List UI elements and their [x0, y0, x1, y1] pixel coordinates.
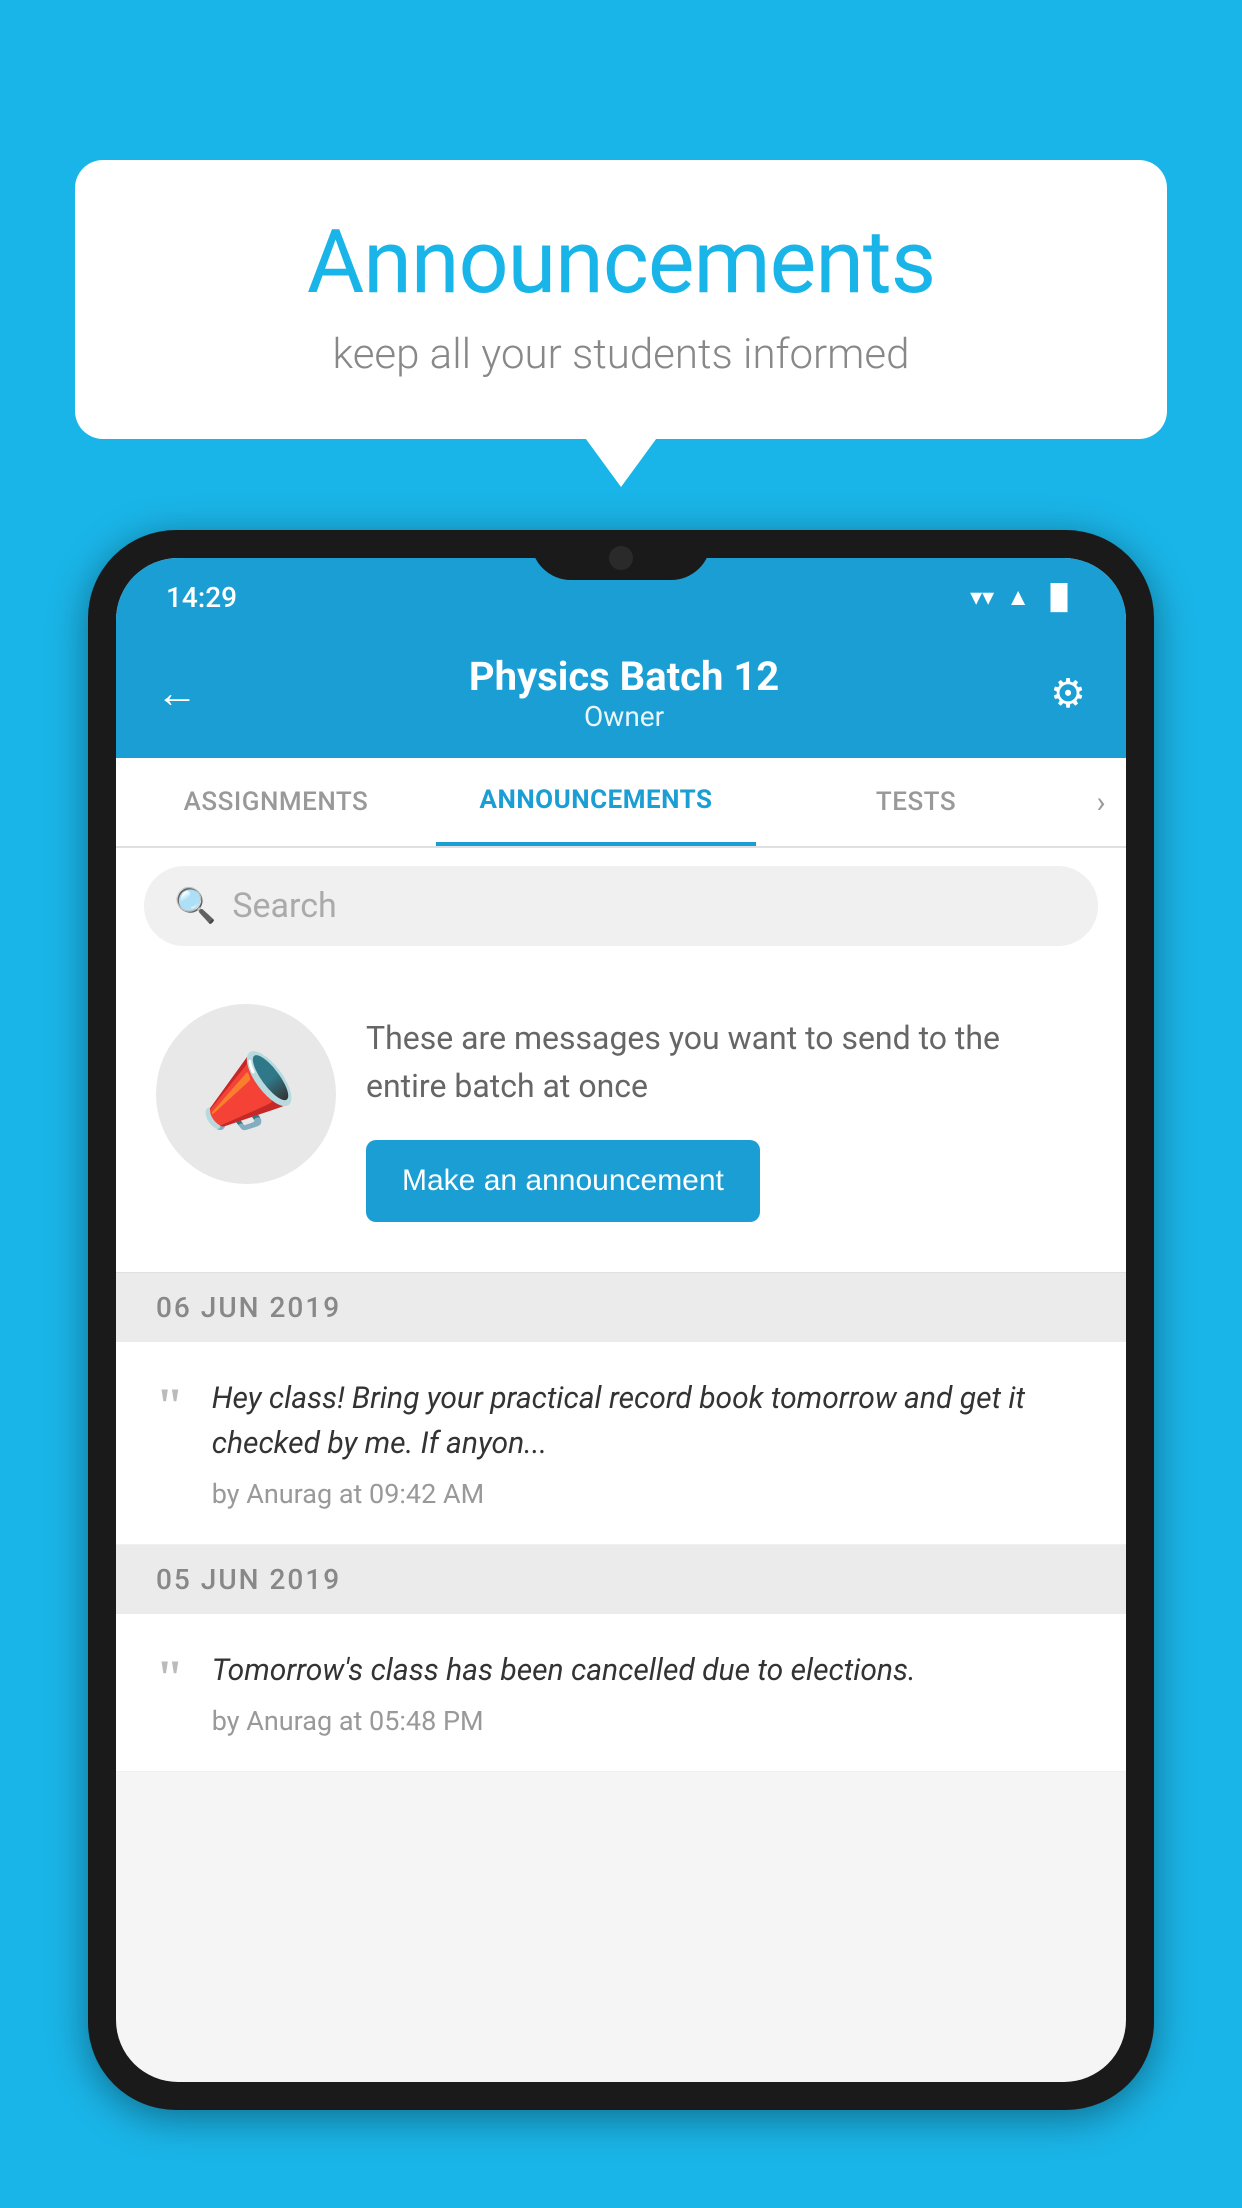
promo-icon-circle: 📣 — [156, 1004, 336, 1184]
wifi-icon: ▾▾ — [970, 583, 994, 611]
phone-screen: 14:29 ▾▾ ▲ ▐▌ ← Physics Batch 12 Owner ⚙ — [116, 558, 1126, 2082]
status-icons: ▾▾ ▲ ▐▌ — [970, 583, 1076, 612]
quote-icon-2: " — [156, 1652, 184, 1702]
header-title: Physics Batch 12 — [198, 653, 1050, 700]
tab-assignments[interactable]: ASSIGNMENTS — [116, 758, 436, 846]
announcement-meta-2: by Anurag at 05:48 PM — [212, 1705, 1086, 1737]
signal-icon: ▲ — [1006, 583, 1030, 612]
speech-bubble: Announcements keep all your students inf… — [75, 160, 1167, 439]
make-announcement-button[interactable]: Make an announcement — [366, 1140, 760, 1222]
header-center: Physics Batch 12 Owner — [198, 653, 1050, 733]
date-separator-1: 06 JUN 2019 — [116, 1273, 1126, 1342]
quote-icon-1: " — [156, 1380, 184, 1430]
tab-tests[interactable]: TESTS — [756, 758, 1076, 846]
search-icon: 🔍 — [174, 886, 216, 926]
phone-container: 14:29 ▾▾ ▲ ▐▌ ← Physics Batch 12 Owner ⚙ — [88, 530, 1154, 2208]
announcement-text-2: Tomorrow's class has been cancelled due … — [212, 1648, 1086, 1693]
bubble-title: Announcements — [155, 215, 1087, 312]
tab-announcements[interactable]: ANNOUNCEMENTS — [436, 758, 756, 846]
date-label-2: 05 JUN 2019 — [156, 1563, 341, 1596]
announcement-item-1[interactable]: " Hey class! Bring your practical record… — [116, 1342, 1126, 1545]
battery-icon: ▐▌ — [1042, 583, 1076, 612]
tabs-bar: ASSIGNMENTS ANNOUNCEMENTS TESTS › — [116, 758, 1126, 848]
speech-bubble-section: Announcements keep all your students inf… — [75, 160, 1167, 439]
promo-content: These are messages you want to send to t… — [366, 1004, 1086, 1222]
phone-outer: 14:29 ▾▾ ▲ ▐▌ ← Physics Batch 12 Owner ⚙ — [88, 530, 1154, 2110]
phone-notch — [531, 530, 711, 580]
tabs-more-button[interactable]: › — [1076, 758, 1126, 846]
search-container: 🔍 Search — [116, 848, 1126, 964]
announcement-item-2[interactable]: " Tomorrow's class has been cancelled du… — [116, 1614, 1126, 1772]
header-subtitle: Owner — [198, 700, 1050, 733]
search-bar[interactable]: 🔍 Search — [144, 866, 1098, 946]
announcement-content-2: Tomorrow's class has been cancelled due … — [212, 1648, 1086, 1737]
bubble-subtitle: keep all your students informed — [155, 330, 1087, 379]
announcement-text-1: Hey class! Bring your practical record b… — [212, 1376, 1086, 1466]
back-button[interactable]: ← — [156, 669, 198, 718]
app-header: ← Physics Batch 12 Owner ⚙ — [116, 628, 1126, 758]
megaphone-icon: 📣 — [186, 1036, 307, 1153]
announcement-content-1: Hey class! Bring your practical record b… — [212, 1376, 1086, 1510]
announcement-meta-1: by Anurag at 09:42 AM — [212, 1478, 1086, 1510]
promo-card: 📣 These are messages you want to send to… — [116, 964, 1126, 1273]
status-time: 14:29 — [166, 581, 237, 614]
search-placeholder: Search — [232, 886, 336, 926]
phone-camera — [609, 546, 633, 570]
date-separator-2: 05 JUN 2019 — [116, 1545, 1126, 1614]
date-label-1: 06 JUN 2019 — [156, 1291, 341, 1324]
settings-button[interactable]: ⚙ — [1050, 670, 1086, 717]
promo-description: These are messages you want to send to t… — [366, 1014, 1086, 1110]
